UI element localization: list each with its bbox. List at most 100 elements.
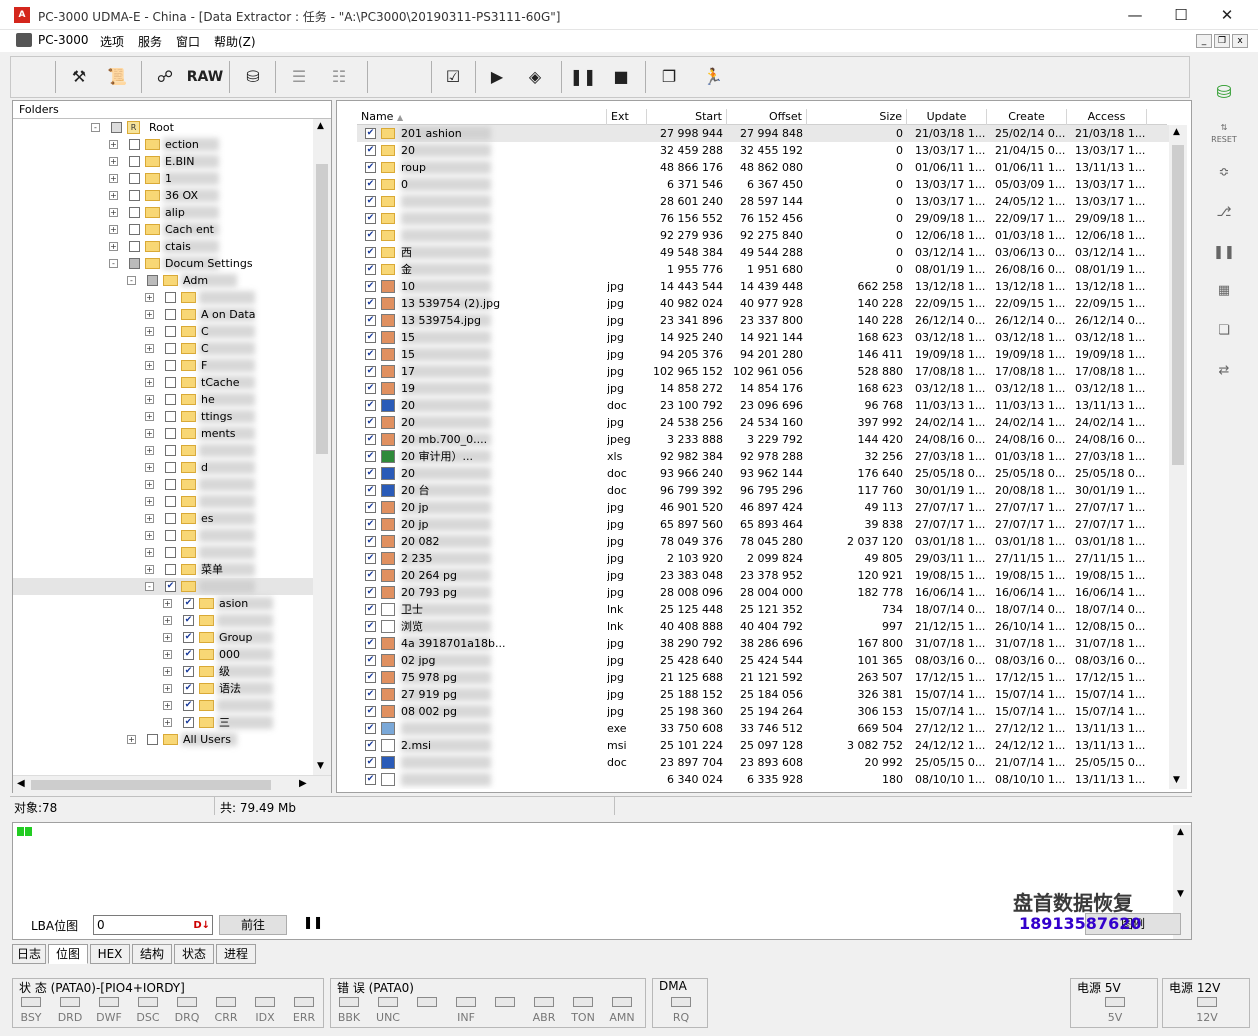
- col-create[interactable]: Create: [987, 109, 1067, 125]
- file-checkbox[interactable]: ✔: [365, 332, 376, 343]
- col-offset[interactable]: Offset: [727, 109, 807, 125]
- file-checkbox[interactable]: ✔: [365, 621, 376, 632]
- file-checkbox[interactable]: ✔: [365, 417, 376, 428]
- expand-icon[interactable]: +: [145, 531, 154, 540]
- file-row[interactable]: ✔ 20 32 459 288 32 455 192 0 13/03/17 1... 21/…: [357, 142, 1169, 159]
- tree-row[interactable]: + C: [13, 323, 313, 340]
- tree-checkbox[interactable]: [129, 190, 140, 201]
- tree-horizontal-scrollbar[interactable]: ◀ ▶: [13, 775, 331, 793]
- mdi-minimize-button[interactable]: _: [1196, 34, 1212, 48]
- expand-icon[interactable]: +: [145, 361, 154, 370]
- expand-icon[interactable]: +: [145, 344, 154, 353]
- tree-checkbox[interactable]: ✔: [183, 649, 194, 660]
- tree-checkbox[interactable]: [165, 360, 176, 371]
- expand-icon[interactable]: +: [163, 684, 172, 693]
- file-row[interactable]: ✔ 浏览 lnk 40 408 888 40 404 792 997 21/12/15 1.…: [357, 618, 1169, 635]
- tree-checkbox[interactable]: [165, 530, 176, 541]
- transfer-icon[interactable]: ⇄: [1208, 356, 1240, 386]
- sequence-icon[interactable]: ▦: [1208, 276, 1240, 306]
- tree-row[interactable]: + tCache: [13, 374, 313, 391]
- file-checkbox[interactable]: ✔: [365, 451, 376, 462]
- file-row[interactable]: ✔ 金 1 955 776 1 951 680 0 08/01/19 1... 26/08/…: [357, 261, 1169, 278]
- file-row[interactable]: ✔ roup 48 866 176 48 862 080 0 01/06/11 1... 0…: [357, 159, 1169, 176]
- file-checkbox[interactable]: ✔: [365, 349, 376, 360]
- tree-checkbox[interactable]: [165, 309, 176, 320]
- tree-checkbox[interactable]: [129, 139, 140, 150]
- tree-checkbox[interactable]: ✔: [183, 683, 194, 694]
- file-checkbox[interactable]: ✔: [365, 383, 376, 394]
- file-checkbox[interactable]: ✔: [365, 536, 376, 547]
- file-row[interactable]: ✔ 20 jpg 24 538 256 24 534 160 397 992 24/02/1…: [357, 414, 1169, 431]
- file-row[interactable]: ✔ doc 23 897 704 23 893 608 20 992 25/05/15 0…: [357, 754, 1169, 771]
- go-button[interactable]: 前往: [219, 915, 287, 935]
- tree-checkbox[interactable]: [165, 394, 176, 405]
- expand-icon[interactable]: +: [145, 429, 154, 438]
- file-checkbox[interactable]: ✔: [365, 604, 376, 615]
- file-row[interactable]: ✔ 2 235 jpg 2 103 920 2 099 824 49 805 29/03/1…: [357, 550, 1169, 567]
- expand-icon[interactable]: +: [145, 548, 154, 557]
- tree-root[interactable]: - R Root: [13, 119, 313, 136]
- file-row[interactable]: ✔ 02 jpg jpg 25 428 640 25 424 544 101 365 08/…: [357, 652, 1169, 669]
- scroll-icon[interactable]: 📜: [101, 61, 133, 93]
- tree-row[interactable]: + 菜单: [13, 561, 313, 578]
- file-row[interactable]: ✔ 08 002 pg jpg 25 198 360 25 194 264 306 153…: [357, 703, 1169, 720]
- file-checkbox[interactable]: ✔: [365, 468, 376, 479]
- expand-icon[interactable]: +: [163, 718, 172, 727]
- expand-icon[interactable]: +: [109, 174, 118, 183]
- file-row[interactable]: ✔ 76 156 552 76 152 456 0 29/09/18 1... 22/09…: [357, 210, 1169, 227]
- close-button[interactable]: ✕: [1204, 0, 1250, 30]
- file-checkbox[interactable]: ✔: [365, 757, 376, 768]
- file-row[interactable]: ✔ 15 jpg 94 205 376 94 201 280 146 411 19/09/1…: [357, 346, 1169, 363]
- expand-icon[interactable]: +: [109, 191, 118, 200]
- tree-checkbox[interactable]: [147, 275, 158, 286]
- file-checkbox[interactable]: ✔: [365, 689, 376, 700]
- tree-row[interactable]: +: [13, 476, 313, 493]
- file-checkbox[interactable]: ✔: [365, 366, 376, 377]
- tab-1[interactable]: 位图: [48, 944, 88, 964]
- expand-icon[interactable]: +: [145, 446, 154, 455]
- tree-checkbox[interactable]: [165, 496, 176, 507]
- bitmap-pause-icon[interactable]: ❚❚: [303, 915, 323, 929]
- tree-row[interactable]: - Docum Settings: [13, 255, 313, 272]
- col-name[interactable]: Name ▲: [357, 109, 607, 125]
- expand-icon[interactable]: +: [145, 463, 154, 472]
- tree-row[interactable]: +: [13, 544, 313, 561]
- expand-icon[interactable]: +: [163, 650, 172, 659]
- file-list-scrollbar[interactable]: ▲ ▼: [1169, 125, 1187, 789]
- tab-0[interactable]: 日志: [12, 944, 46, 964]
- check-disk-icon[interactable]: ☑: [437, 61, 469, 93]
- scroll-down-icon[interactable]: ▼: [1173, 775, 1180, 785]
- file-row[interactable]: ✔ 20 doc 23 100 792 23 096 696 96 768 11/03/13…: [357, 397, 1169, 414]
- file-row[interactable]: ✔ 西 49 548 384 49 544 288 0 03/12/14 1... 03/0…: [357, 244, 1169, 261]
- scroll-thumb[interactable]: [316, 164, 328, 454]
- tree-row[interactable]: + All Users: [13, 731, 313, 748]
- file-checkbox[interactable]: ✔: [365, 247, 376, 258]
- scroll-down-icon[interactable]: ▼: [317, 761, 324, 771]
- file-row[interactable]: ✔ 2.msi msi 25 101 224 25 097 128 3 082 752 24…: [357, 737, 1169, 754]
- collapse-icon[interactable]: -: [109, 259, 118, 268]
- file-row[interactable]: ✔ 28 601 240 28 597 144 0 13/03/17 1... 24/05…: [357, 193, 1169, 210]
- tree-row[interactable]: + Cach ent: [13, 221, 313, 238]
- tree-checkbox[interactable]: ✔: [183, 717, 194, 728]
- file-checkbox[interactable]: ✔: [365, 400, 376, 411]
- tree-checkbox[interactable]: [165, 343, 176, 354]
- lba-spin-icon[interactable]: D↓: [193, 917, 210, 935]
- file-checkbox[interactable]: ✔: [365, 281, 376, 292]
- expand-icon[interactable]: +: [163, 633, 172, 642]
- right-pause-icon[interactable]: ❚❚: [1208, 238, 1240, 268]
- file-checkbox[interactable]: ✔: [365, 264, 376, 275]
- file-row[interactable]: ✔ 75 978 pg jpg 21 125 688 21 121 592 263 507…: [357, 669, 1169, 686]
- plug-icon[interactable]: ⎇: [1208, 198, 1240, 228]
- col-ext[interactable]: Ext: [607, 109, 647, 125]
- expand-icon[interactable]: +: [109, 242, 118, 251]
- expand-icon[interactable]: +: [163, 701, 172, 710]
- file-checkbox[interactable]: ✔: [365, 740, 376, 751]
- expand-icon[interactable]: +: [145, 565, 154, 574]
- tree-row[interactable]: +1: [13, 170, 313, 187]
- tree-row[interactable]: - Adm: [13, 272, 313, 289]
- collapse-icon[interactable]: -: [91, 123, 100, 132]
- col-update[interactable]: Update: [907, 109, 987, 125]
- expand-icon[interactable]: +: [145, 514, 154, 523]
- menu-service[interactable]: 服务: [138, 33, 162, 50]
- tree-row[interactable]: + ✔ asion: [13, 595, 313, 612]
